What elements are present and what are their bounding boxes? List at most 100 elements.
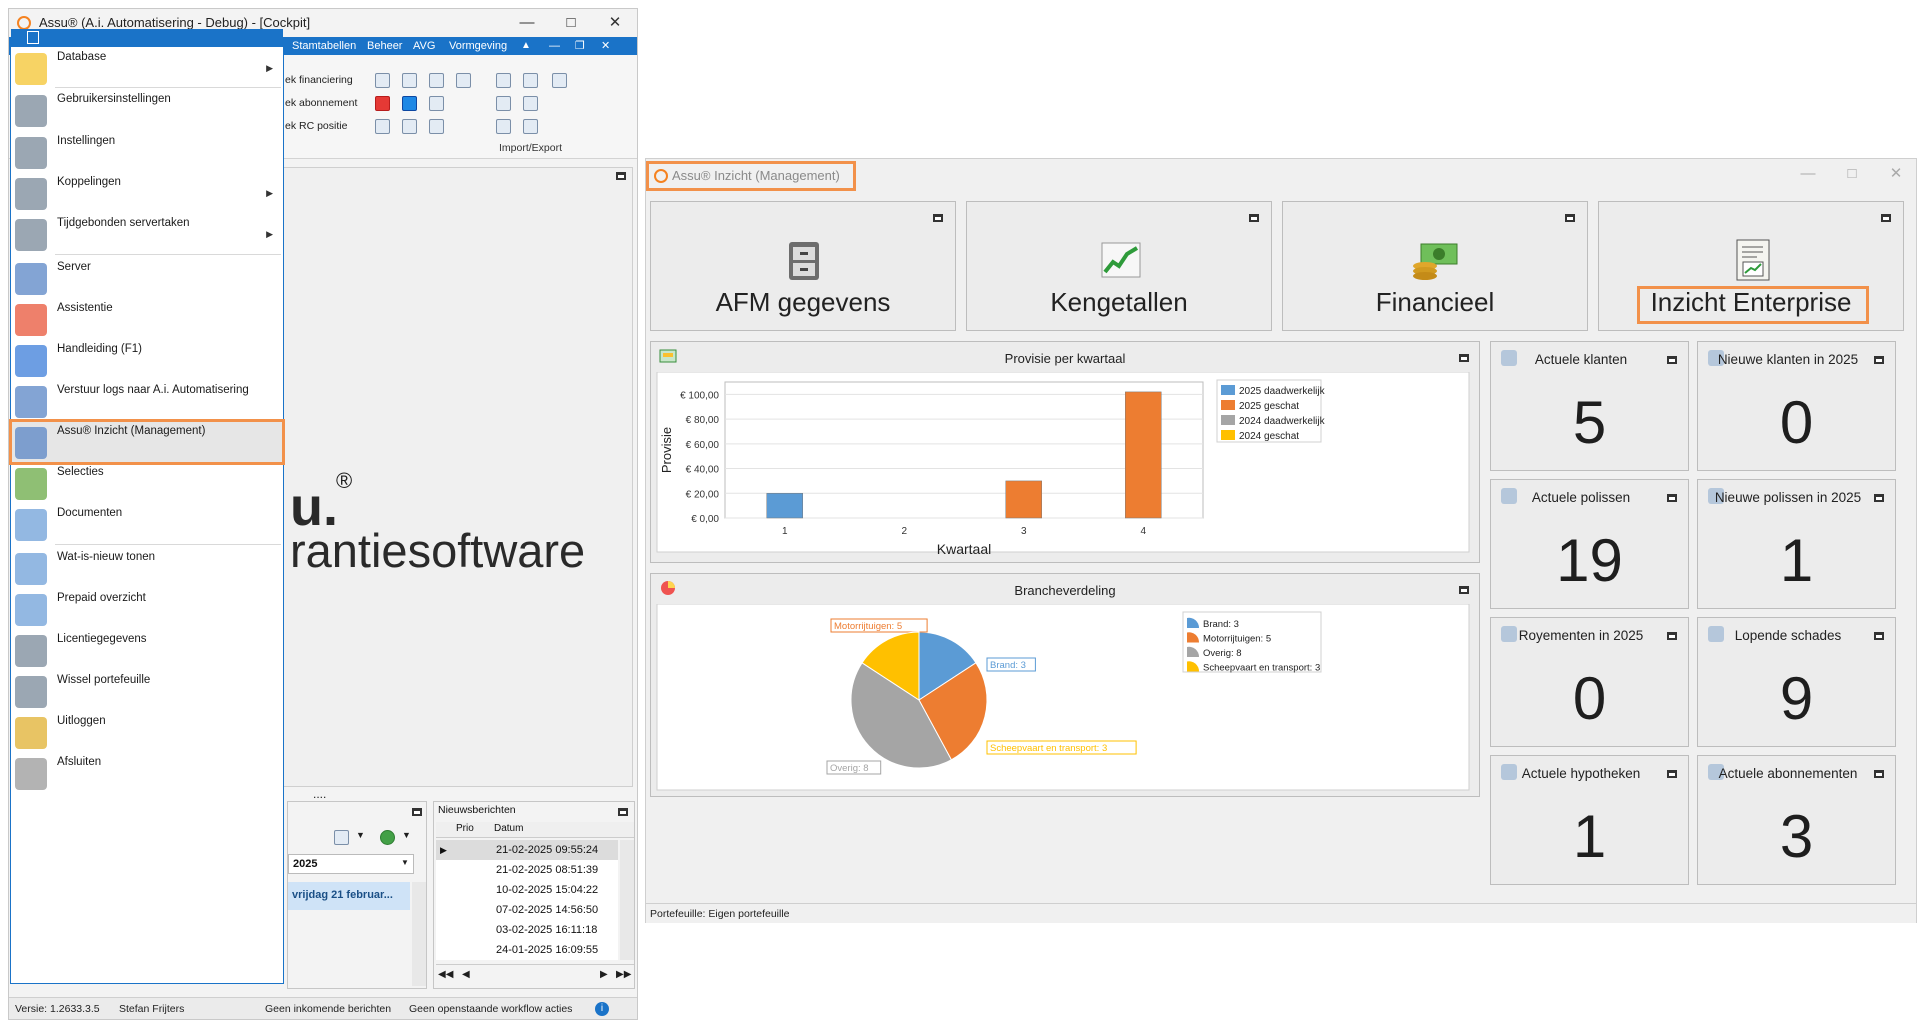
workflow-label[interactable]: Geen openstaande workflow acties	[409, 998, 572, 1020]
menu-beheer[interactable]: Beheer	[367, 37, 402, 55]
info-icon[interactable]: i	[595, 1002, 609, 1016]
kpi-tile-house[interactable]: Actuele hypotheken 1	[1490, 755, 1689, 885]
tile-minimize-icon[interactable]	[1881, 214, 1891, 222]
table-row[interactable]: 10-02-2025 15:04:22	[436, 880, 618, 900]
calendar-icon[interactable]	[375, 96, 390, 111]
network-icon[interactable]	[552, 73, 567, 88]
table-row[interactable]: 07-02-2025 14:56:50	[436, 900, 618, 920]
mdi-close-icon[interactable]: ✕	[601, 37, 610, 55]
selected-day[interactable]: vrijdag 21 februar...	[288, 882, 410, 910]
menu-item-calendar[interactable]: Tijdgebonden servertaken ▶	[11, 213, 283, 263]
kpi-minimize-icon[interactable]	[1667, 494, 1677, 502]
bar[interactable]	[1005, 480, 1042, 519]
ribbon-rc-positie[interactable]: ek RC positie	[285, 120, 347, 132]
kpi-minimize-icon[interactable]	[1874, 770, 1884, 778]
ribbon-abonnement[interactable]: ek abonnement	[285, 97, 357, 109]
table-row[interactable]: 24-01-2025 16:09:55	[436, 940, 618, 960]
content-minimize-icon[interactable]	[616, 172, 626, 180]
import-icon[interactable]	[496, 119, 511, 134]
kpi-tile-new-policy[interactable]: Nieuwe polissen in 2025 1	[1697, 479, 1896, 609]
report-icon[interactable]	[375, 73, 390, 88]
menu-stamtabellen[interactable]: Stamtabellen	[292, 37, 356, 55]
nav-last-icon[interactable]: ▶▶	[616, 969, 631, 980]
minimize-icon[interactable]: —	[505, 9, 549, 37]
tile-afm-gegevens[interactable]: AFM gegevens	[650, 201, 956, 331]
news-scrollbar[interactable]	[620, 840, 634, 960]
collapse-ribbon-icon[interactable]: ▲	[521, 37, 531, 55]
legend-label: Scheepvaart en transport: 3	[1203, 663, 1320, 674]
submenu-arrow-icon: ▶	[266, 188, 273, 198]
bullet-list-icon[interactable]	[456, 73, 471, 88]
list-icon[interactable]	[429, 73, 444, 88]
user-export-icon[interactable]	[523, 96, 538, 111]
mdi-minimize-icon[interactable]: —	[549, 37, 560, 55]
chevron-down-icon[interactable]: ▼	[356, 830, 365, 840]
kpi-minimize-icon[interactable]	[1667, 632, 1677, 640]
table-row[interactable]: 21-02-2025 08:51:39	[436, 860, 618, 880]
menu-item-exit[interactable]: Afsluiten	[11, 752, 283, 802]
panel-minimize-icon[interactable]	[1459, 586, 1469, 594]
splitter-handle[interactable]: ....	[313, 787, 326, 801]
kpi-tile-lightning[interactable]: Lopende schades 9	[1697, 617, 1896, 747]
search-doc-icon[interactable]	[402, 73, 417, 88]
kpi-title: Royementen in 2025	[1518, 628, 1644, 643]
menu-vormgeving[interactable]: Vormgeving	[449, 37, 507, 55]
tile-kengetallen[interactable]: Kengetallen	[966, 201, 1272, 331]
chat-icon[interactable]	[429, 96, 444, 111]
table-row[interactable]: ▶ 21-02-2025 09:55:24	[436, 840, 618, 860]
document-icon[interactable]	[375, 119, 390, 134]
tile-label: Financieel	[1375, 287, 1495, 317]
mdi-restore-icon[interactable]: ❐	[575, 37, 585, 55]
kpi-minimize-icon[interactable]	[1667, 770, 1677, 778]
table-row[interactable]: 03-02-2025 16:11:18	[436, 920, 618, 940]
close-icon[interactable]: ✕	[593, 9, 637, 37]
kpi-minimize-icon[interactable]	[1667, 356, 1677, 364]
users-icon[interactable]	[429, 119, 444, 134]
tile-inzicht-enterprise[interactable]: Inzicht Enterprise	[1598, 201, 1904, 331]
kpi-tile-cancel-policy[interactable]: Royementen in 2025 0	[1490, 617, 1689, 747]
add-icon[interactable]	[380, 830, 395, 845]
x-tick-label: 3	[1021, 526, 1027, 537]
maximize-icon[interactable]: □	[1830, 160, 1874, 188]
kpi-minimize-icon[interactable]	[1874, 494, 1884, 502]
menu-item-insight[interactable]: Assu® Inzicht (Management)	[9, 419, 285, 465]
ribbon-financiering[interactable]: ek financiering	[285, 74, 353, 86]
calendar-view-icon[interactable]	[334, 830, 349, 845]
maximize-icon[interactable]: □	[549, 9, 593, 37]
line-icon[interactable]	[523, 73, 538, 88]
money-icon	[1413, 243, 1458, 280]
kpi-minimize-icon[interactable]	[1874, 632, 1884, 640]
tile-minimize-icon[interactable]	[1249, 214, 1259, 222]
help-icon	[15, 345, 47, 377]
menu-item-documents[interactable]: Documenten	[11, 503, 283, 553]
kpi-tile-policy[interactable]: Actuele polissen 19	[1490, 479, 1689, 609]
messages-label[interactable]: Geen inkomende berichten	[265, 998, 391, 1020]
minimize-icon[interactable]: —	[1786, 160, 1830, 188]
copy-icon[interactable]	[496, 96, 511, 111]
menu-avg[interactable]: AVG	[413, 37, 435, 55]
export-icon[interactable]	[496, 73, 511, 88]
bar[interactable]	[766, 493, 803, 519]
tile-minimize-icon[interactable]	[1565, 214, 1575, 222]
close-icon[interactable]: ✕	[1874, 160, 1918, 188]
bar[interactable]	[1125, 391, 1162, 519]
nav-prev-icon[interactable]: ◀	[462, 969, 470, 980]
app-menu-header[interactable]	[11, 29, 283, 47]
calendar-minimize-icon[interactable]	[412, 808, 422, 816]
kpi-tile-new-person[interactable]: Nieuwe klanten in 2025 0	[1697, 341, 1896, 471]
nav-first-icon[interactable]: ◀◀	[438, 969, 453, 980]
chevron-down-icon[interactable]: ▼	[402, 830, 411, 840]
nav-next-icon[interactable]: ▶	[600, 969, 608, 980]
news-minimize-icon[interactable]	[618, 808, 628, 816]
percent-icon[interactable]	[402, 96, 417, 111]
calculator-icon[interactable]	[402, 119, 417, 134]
kpi-tile-person[interactable]: Actuele klanten 5	[1490, 341, 1689, 471]
sync-icon[interactable]	[523, 119, 538, 134]
year-select[interactable]: 2025 ▼	[288, 854, 414, 874]
kpi-minimize-icon[interactable]	[1874, 356, 1884, 364]
calendar-scrollbar[interactable]	[412, 882, 426, 986]
kpi-tile-subscription[interactable]: Actuele abonnementen 3	[1697, 755, 1896, 885]
tile-financieel[interactable]: Financieel	[1282, 201, 1588, 331]
panel-minimize-icon[interactable]	[1459, 354, 1469, 362]
tile-minimize-icon[interactable]	[933, 214, 943, 222]
